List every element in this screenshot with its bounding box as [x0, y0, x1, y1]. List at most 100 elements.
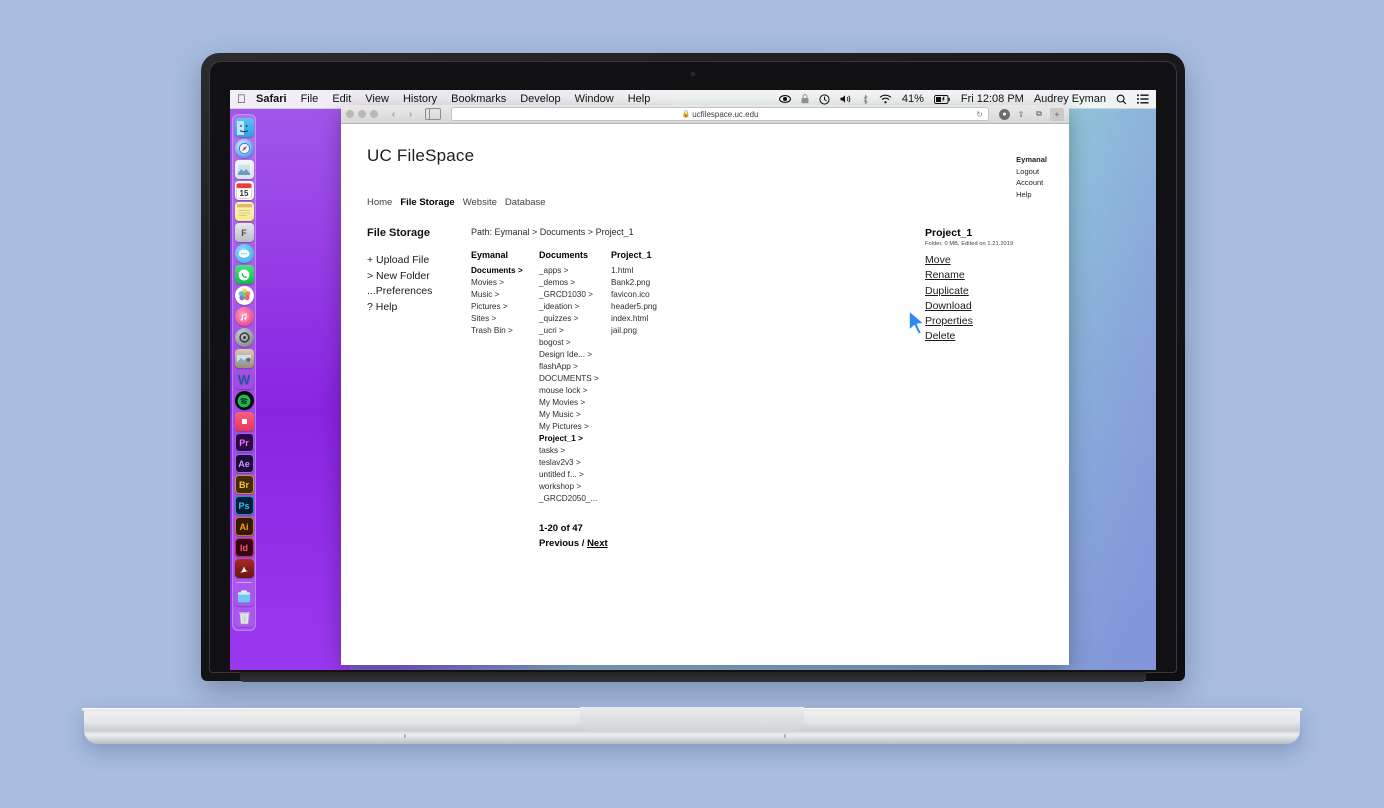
share-icon[interactable]: ⇧: [1014, 108, 1028, 121]
detail-action-rename[interactable]: Rename: [925, 268, 965, 283]
action-help[interactable]: ? Help: [367, 300, 471, 316]
pagination-previous[interactable]: Previous: [539, 538, 579, 549]
list-item[interactable]: teslav2v3 >: [539, 457, 611, 469]
dock-item-font-book[interactable]: F: [234, 223, 254, 242]
dock-item-after-effects[interactable]: Ae: [234, 454, 254, 473]
account-link-logout[interactable]: Logout: [1016, 166, 1047, 178]
dock-item-itunes[interactable]: [234, 307, 254, 326]
time-machine-icon[interactable]: [819, 93, 830, 105]
dock-item-spotify[interactable]: [234, 391, 254, 410]
action-upload-file[interactable]: + Upload File: [367, 253, 471, 269]
action-new-folder[interactable]: > New Folder: [367, 269, 471, 285]
sidebar-icon[interactable]: [425, 108, 441, 120]
account-link-help[interactable]: Help: [1016, 189, 1047, 201]
detail-action-download[interactable]: Download: [925, 299, 972, 314]
list-item[interactable]: mouse lock >: [539, 385, 611, 397]
nav-item-database[interactable]: Database: [505, 197, 546, 208]
action-preferences[interactable]: ...Preferences: [367, 284, 471, 300]
tab-overview-icon[interactable]: +: [1050, 107, 1064, 121]
menu-item-develop[interactable]: Develop: [520, 93, 560, 105]
nav-item-file-storage[interactable]: File Storage: [400, 197, 454, 208]
list-item[interactable]: DOCUMENTS >: [539, 373, 611, 385]
reload-icon[interactable]: ↻: [976, 110, 983, 119]
control-center-icon[interactable]: [1137, 94, 1149, 104]
list-item[interactable]: 1.html: [611, 265, 771, 277]
list-item[interactable]: flashApp >: [539, 361, 611, 373]
bluetooth-icon[interactable]: [862, 93, 869, 105]
menu-user-name[interactable]: Audrey Eyman: [1034, 93, 1106, 105]
detail-action-delete[interactable]: Delete: [925, 329, 955, 344]
menu-item-window[interactable]: Window: [575, 93, 614, 105]
zoom-button[interactable]: [370, 110, 378, 118]
dock-item-illustrator[interactable]: Ai: [234, 517, 254, 536]
list-item[interactable]: Documents >: [471, 265, 539, 277]
list-item[interactable]: untitled f... >: [539, 469, 611, 481]
address-bar[interactable]: 🔒 ucfilespace.uc.edu ↻: [451, 107, 989, 121]
list-item[interactable]: Project_1 >: [539, 433, 611, 445]
list-item[interactable]: Design Ide... >: [539, 349, 611, 361]
nav-item-website[interactable]: Website: [463, 197, 497, 208]
search-icon[interactable]: [1116, 94, 1127, 105]
list-item[interactable]: Movies >: [471, 277, 539, 289]
list-item[interactable]: My Music >: [539, 409, 611, 421]
pagination-next[interactable]: Next: [587, 538, 608, 549]
volume-icon[interactable]: [840, 94, 852, 104]
list-item[interactable]: tasks >: [539, 445, 611, 457]
list-item[interactable]: bogost >: [539, 337, 611, 349]
dock-item-recording[interactable]: [234, 412, 254, 431]
screen-lock-icon[interactable]: [801, 94, 809, 104]
dock-item-finder[interactable]: [234, 118, 254, 137]
list-item[interactable]: Bank2.png: [611, 277, 771, 289]
battery-icon[interactable]: [933, 94, 951, 104]
dock-item-calendar[interactable]: 15: [234, 181, 254, 200]
list-item[interactable]: _ideation >: [539, 301, 611, 313]
menu-item-view[interactable]: View: [365, 93, 389, 105]
dock-item-acrobat[interactable]: [234, 559, 254, 578]
dock-item-bridge[interactable]: Br: [234, 475, 254, 494]
menu-item-help[interactable]: Help: [628, 93, 651, 105]
list-item[interactable]: My Pictures >: [539, 421, 611, 433]
detail-action-properties[interactable]: Properties: [925, 314, 973, 329]
menu-item-history[interactable]: History: [403, 93, 437, 105]
list-item[interactable]: _demos >: [539, 277, 611, 289]
list-item[interactable]: header5.png: [611, 301, 771, 313]
list-item[interactable]: Trash Bin >: [471, 325, 539, 337]
apple-menu-icon[interactable]: : [237, 93, 246, 105]
list-item[interactable]: Sites >: [471, 313, 539, 325]
list-item[interactable]: My Movies >: [539, 397, 611, 409]
accessibility-icon[interactable]: [778, 94, 791, 104]
dock-item-premiere-pro[interactable]: Pr: [234, 433, 254, 452]
list-item[interactable]: _quizzes >: [539, 313, 611, 325]
list-item[interactable]: favicon.ico: [611, 289, 771, 301]
list-item[interactable]: index.html: [611, 313, 771, 325]
list-item[interactable]: jail.png: [611, 325, 771, 337]
dock-item-photos[interactable]: [234, 286, 254, 305]
menu-item-bookmarks[interactable]: Bookmarks: [451, 93, 506, 105]
dock-item-photoshop[interactable]: Ps: [234, 496, 254, 515]
dock-item-microsoft-word[interactable]: W: [235, 370, 254, 389]
list-item[interactable]: _GRCD2050_...: [539, 493, 611, 505]
menu-item-safari[interactable]: Safari: [256, 93, 287, 105]
reader-icon[interactable]: ●: [999, 108, 1010, 120]
dock-item-messages[interactable]: [234, 244, 254, 263]
menu-clock[interactable]: Fri 12:08 PM: [961, 93, 1024, 105]
detail-action-move[interactable]: Move: [925, 253, 951, 268]
back-button[interactable]: ‹: [387, 108, 400, 121]
dock-item-whatsapp[interactable]: [234, 265, 254, 284]
minimize-button[interactable]: [358, 110, 366, 118]
list-item[interactable]: Music >: [471, 289, 539, 301]
list-item[interactable]: Pictures >: [471, 301, 539, 313]
new-tab-icon[interactable]: ⧉: [1032, 108, 1046, 121]
dock-item-indesign[interactable]: Id: [234, 538, 254, 557]
dock-item-preview[interactable]: [234, 160, 254, 179]
wifi-icon[interactable]: [879, 94, 892, 104]
dock-item-downloads-stack[interactable]: [235, 587, 254, 606]
window-controls[interactable]: [346, 110, 378, 118]
forward-button[interactable]: ›: [404, 108, 417, 121]
dock-item-image-capture[interactable]: [234, 349, 254, 368]
dock-item-trash[interactable]: [235, 608, 254, 627]
nav-item-home[interactable]: Home: [367, 197, 392, 208]
dock-item-notes[interactable]: [234, 202, 254, 221]
list-item[interactable]: workshop >: [539, 481, 611, 493]
menu-item-file[interactable]: File: [301, 93, 319, 105]
